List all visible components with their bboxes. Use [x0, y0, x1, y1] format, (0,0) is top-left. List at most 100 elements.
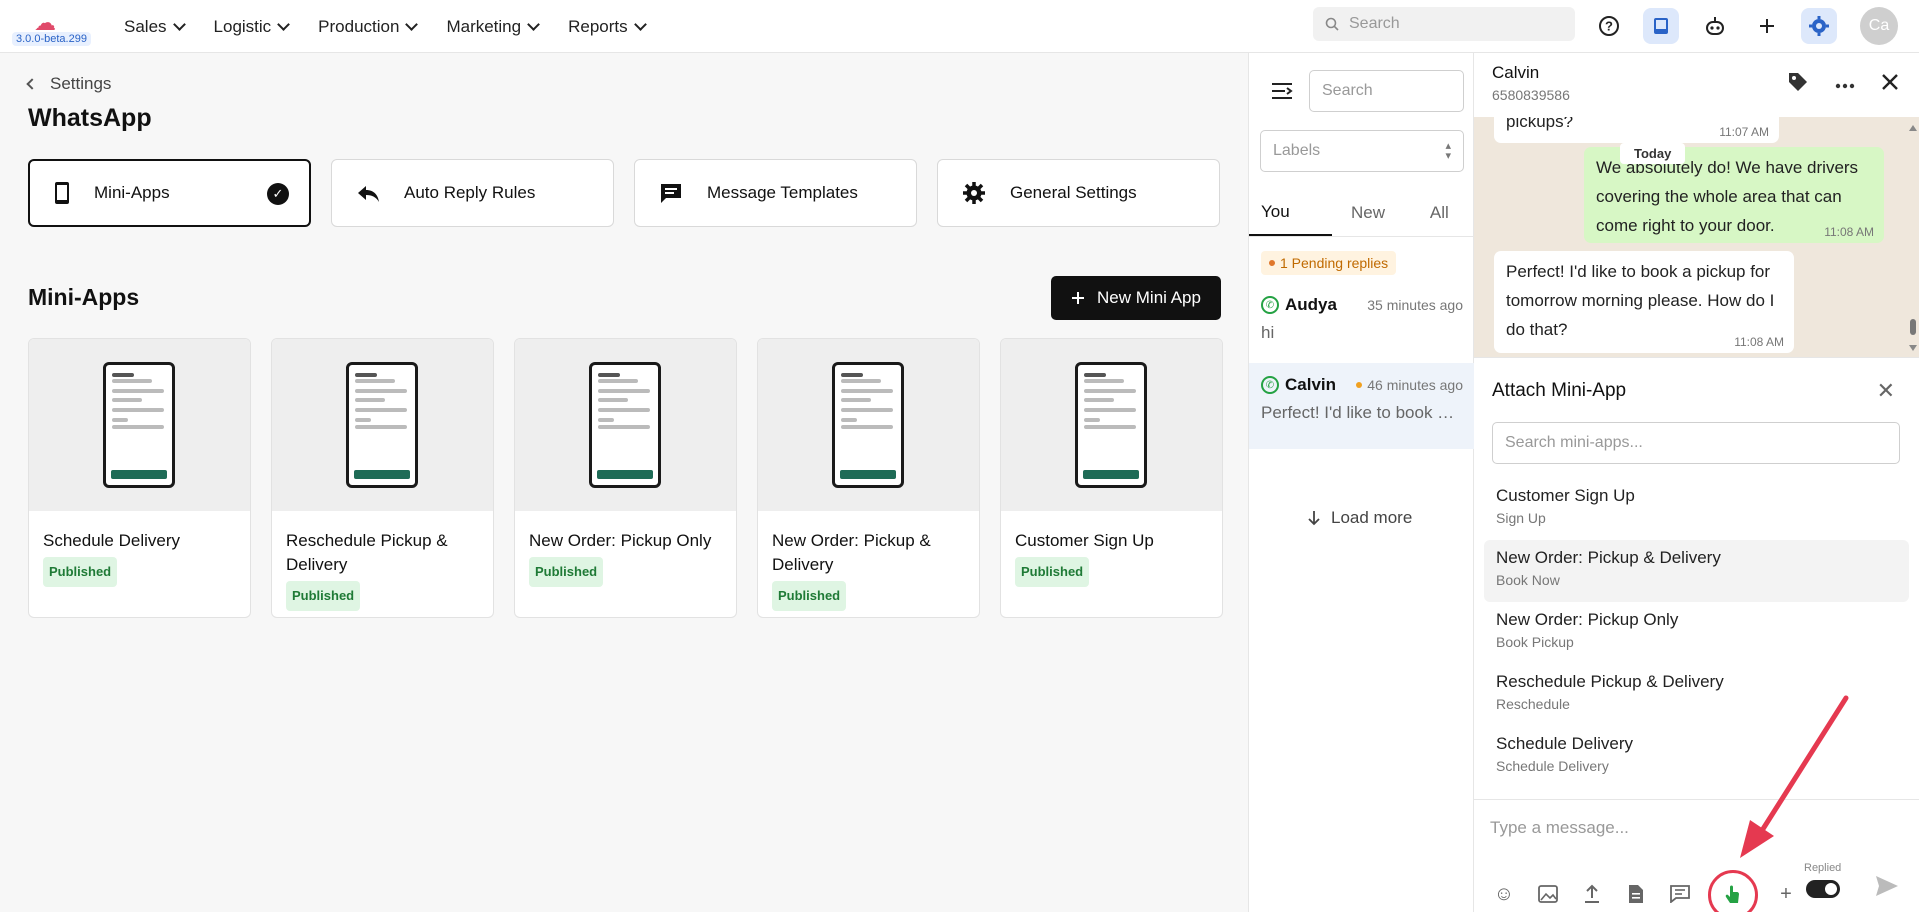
nav-production[interactable]: Production: [318, 17, 419, 37]
emoji-icon[interactable]: ☺: [1488, 878, 1520, 910]
whatsapp-icon: ✆: [1261, 376, 1279, 394]
chevron-down-icon: [527, 17, 540, 31]
tab-you[interactable]: You: [1249, 189, 1333, 236]
contact-name: Calvin: [1285, 375, 1337, 394]
date-divider: Today: [1620, 143, 1686, 164]
bot-icon[interactable]: [1697, 8, 1733, 44]
user-avatar[interactable]: Ca: [1860, 7, 1898, 45]
status-badge: Published: [43, 557, 118, 587]
conversation-list: Search Labels ▴ ▾ You New All 1 Pending r…: [1248, 53, 1475, 912]
close-icon[interactable]: ✕: [1877, 378, 1895, 404]
tab-general-settings[interactable]: General Settings: [937, 159, 1220, 227]
labels-select[interactable]: Labels ▴ ▾: [1260, 130, 1464, 172]
nav-reports[interactable]: Reports: [568, 17, 647, 37]
new-mini-app-button[interactable]: New Mini App: [1051, 276, 1221, 320]
mini-app-name: Customer Sign Up: [1015, 531, 1154, 550]
scrollbar[interactable]: [1909, 123, 1917, 353]
page-title: WhatsApp: [28, 104, 152, 132]
chat-header: Calvin 6580839586: [1474, 53, 1919, 117]
mini-app-option[interactable]: New Order: Pickup & Delivery Book Now: [1484, 540, 1909, 602]
tab-mini-apps[interactable]: Mini-Apps ✓: [28, 159, 311, 227]
close-icon[interactable]: [1881, 73, 1899, 96]
mini-app-card[interactable]: New Order: Pickup Only Published: [514, 338, 737, 618]
mini-app-card[interactable]: Reschedule Pickup & Delivery Published: [271, 338, 494, 618]
tab-all[interactable]: All: [1404, 189, 1475, 236]
mini-app-search-input[interactable]: Search mini-apps...: [1492, 422, 1900, 464]
pending-replies-badge[interactable]: 1 Pending replies: [1261, 251, 1397, 275]
plus-icon[interactable]: +: [1770, 878, 1802, 910]
tab-message-templates[interactable]: Message Templates: [634, 159, 917, 227]
main-menu: Sales Logistic Production Marketing Repo…: [124, 0, 647, 53]
chevron-down-icon: [633, 17, 647, 31]
conversation-item[interactable]: ✆ Audya 35 minutes ago hi: [1249, 283, 1475, 363]
mini-app-name: Reschedule Pickup & Delivery: [286, 531, 448, 574]
search-icon: [1325, 17, 1339, 31]
mini-app-option[interactable]: Customer Sign Up Sign Up: [1484, 478, 1909, 540]
conversation-search-input[interactable]: Search: [1309, 70, 1464, 112]
message-bubble: pickups? 11:07 AM: [1494, 117, 1779, 143]
mini-app-option[interactable]: Reschedule Pickup & Delivery Reschedule: [1484, 664, 1909, 726]
mini-app-thumbnail: [758, 339, 979, 511]
message-time: 11:08 AM: [1824, 225, 1874, 239]
status-badge: Published: [286, 581, 361, 611]
document-icon[interactable]: [1620, 878, 1652, 910]
chevron-left-icon: [26, 78, 38, 90]
section-title: Mini-Apps: [28, 284, 140, 310]
chevron-down-icon: [172, 17, 186, 31]
mini-app-thumbnail: [272, 339, 493, 511]
tag-icon[interactable]: [1787, 71, 1809, 98]
contact-phone: 6580839586: [1492, 87, 1570, 103]
chat-panel: Calvin 6580839586 pickups? 11:07 AM We a…: [1474, 53, 1919, 912]
contact-name: Calvin: [1492, 63, 1540, 82]
load-more-button[interactable]: Load more: [1307, 508, 1412, 528]
nav-sales[interactable]: Sales: [124, 17, 186, 37]
plus-icon[interactable]: [1749, 8, 1785, 44]
nav-marketing[interactable]: Marketing: [446, 17, 540, 37]
chevron-down-icon: [405, 17, 419, 31]
timestamp: 46 minutes ago: [1367, 377, 1463, 393]
version-badge: 3.0.0-beta.299: [12, 32, 91, 46]
mini-app-option[interactable]: Schedule Delivery Schedule Delivery: [1484, 726, 1909, 788]
image-icon[interactable]: [1532, 878, 1564, 910]
send-icon[interactable]: [1874, 874, 1900, 903]
more-options-icon[interactable]: [1835, 76, 1855, 94]
attach-mini-app-icon[interactable]: [1708, 870, 1758, 912]
whatsapp-icon: ✆: [1261, 296, 1279, 314]
tab-auto-reply-rules[interactable]: Auto Reply Rules: [331, 159, 614, 227]
collapse-menu-icon[interactable]: [1271, 82, 1293, 105]
status-dot: [1269, 260, 1275, 266]
help-icon[interactable]: ?: [1591, 8, 1627, 44]
mini-app-card[interactable]: New Order: Pickup & Delivery Published: [757, 338, 980, 618]
replied-toggle[interactable]: [1806, 880, 1840, 898]
message-input[interactable]: Type a message...: [1490, 818, 1629, 838]
plus-icon: [1072, 292, 1085, 304]
conversation-tabs: You New All: [1249, 189, 1475, 237]
mini-app-thumbnail: [515, 339, 736, 511]
mini-app-card[interactable]: Schedule Delivery Published: [28, 338, 251, 618]
mini-app-option[interactable]: New Order: Pickup Only Book Pickup: [1484, 602, 1909, 664]
message-preview: Perfect! I'd like to book a ...: [1261, 403, 1463, 422]
panel-title: Attach Mini-App: [1492, 380, 1627, 401]
global-search-input[interactable]: Search: [1313, 7, 1575, 41]
chevron-down-icon: [277, 17, 291, 31]
svg-text:?: ?: [1605, 19, 1613, 34]
settings-gear-icon[interactable]: [1801, 8, 1837, 44]
phone-preview-icon: [1075, 362, 1147, 488]
breadcrumb[interactable]: Settings: [26, 74, 111, 94]
upload-icon[interactable]: [1576, 878, 1608, 910]
nav-logistic[interactable]: Logistic: [214, 17, 291, 37]
status-badge: Published: [1015, 557, 1090, 587]
mini-app-grid: Schedule Delivery Published Reschedule P…: [28, 338, 1223, 618]
tab-new[interactable]: New: [1332, 189, 1403, 236]
mini-app-name: New Order: Pickup & Delivery: [772, 531, 931, 574]
message-time: 11:07 AM: [1719, 125, 1769, 139]
template-message-icon[interactable]: [1664, 878, 1696, 910]
inbox-icon[interactable]: [1643, 8, 1679, 44]
conversation-item[interactable]: ✆ Calvin 46 minutes ago Perfect! I'd lik…: [1249, 363, 1475, 449]
phone-preview-icon: [589, 362, 661, 488]
mini-app-card[interactable]: Customer Sign Up Published: [1000, 338, 1223, 618]
message-preview: hi: [1261, 323, 1275, 342]
app-logo[interactable]: ☁ 3.0.0-beta.299: [12, 6, 91, 48]
message-icon: [661, 184, 681, 203]
arrow-down-icon: [1308, 511, 1320, 526]
